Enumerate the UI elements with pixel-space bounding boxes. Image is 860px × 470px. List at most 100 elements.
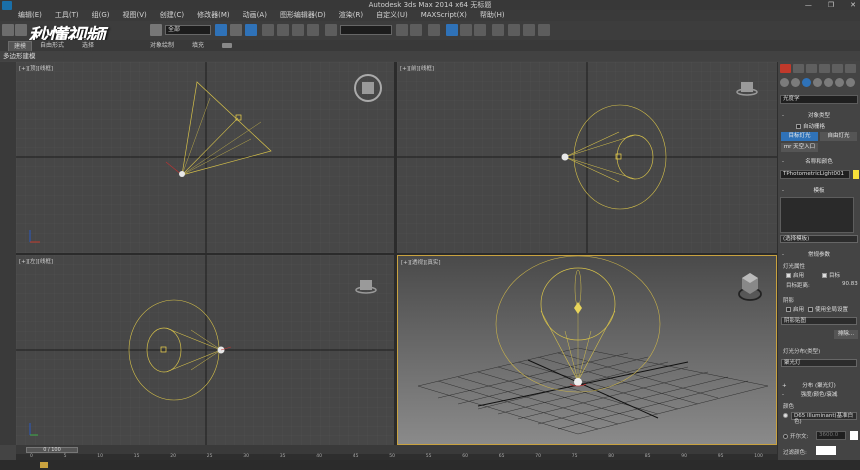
cameras-icon[interactable] [813,78,822,87]
named-selection-dropdown[interactable] [340,25,392,35]
menu-animation[interactable]: 动画(A) [243,10,267,21]
menu-views[interactable]: 视图(V) [123,10,147,21]
tab-populate[interactable]: 填充 [192,41,204,51]
utilities-tab-icon[interactable] [845,64,856,73]
helpers-icon[interactable] [824,78,833,87]
menu-customize[interactable]: 自定义(U) [376,10,408,21]
viewport-left[interactable]: [+][左][线框] [16,255,394,445]
free-light-button[interactable]: 自由灯光 [820,132,857,141]
menu-graph-editors[interactable]: 图形编辑器(D) [280,10,326,21]
rotate-icon[interactable] [245,24,257,36]
snap-2-icon[interactable] [262,24,274,36]
tab-object-paint[interactable]: 对象绘制 [150,41,174,51]
geometry-icon[interactable] [780,78,789,87]
distribution-rollout[interactable]: + 分布 (聚光灯) [780,382,858,390]
motion-tab-icon[interactable] [819,64,830,73]
exclude-button[interactable]: 排除... [834,330,858,339]
viewport-label[interactable]: [+][顶][线框] [19,64,53,72]
targeted-checkbox[interactable]: 目标 [822,271,840,279]
viewport-label[interactable]: [+][左][线框] [19,257,53,265]
auto-grid-checkbox[interactable]: 自动栅格 [796,122,825,130]
spinner-snap-icon[interactable] [307,24,319,36]
percent-snap-icon[interactable] [292,24,304,36]
ribbon-panel: 多边形建模 [0,51,860,61]
minimize-button[interactable]: — [805,0,812,10]
shadow-type-dropdown[interactable]: 阴影贴图 [781,317,857,325]
menu-modifiers[interactable]: 修改器(M) [197,10,230,21]
tab-freeform[interactable]: 自由形式 [40,41,64,51]
ribbon-options-icon[interactable] [222,43,232,48]
lights-icon[interactable] [802,78,811,87]
object-type-rollout[interactable]: - 对象类型 [780,112,858,120]
align-icon[interactable] [410,24,422,36]
undo-icon[interactable] [2,24,14,36]
modify-tab-icon[interactable] [793,64,804,73]
mirror-icon[interactable] [396,24,408,36]
select-link-icon[interactable] [150,24,162,36]
display-tab-icon[interactable] [832,64,843,73]
time-slider[interactable]: 0 / 100 [26,447,78,453]
category-dropdown[interactable]: 光度学 [780,95,858,104]
redo-icon[interactable] [15,24,27,36]
shapes-icon[interactable] [791,78,800,87]
kelvin-input[interactable]: 3600.0 [816,431,846,440]
viewport-front[interactable]: [+][前][线框] [397,62,777,253]
close-button[interactable]: ✕ [850,0,856,10]
render-setup-icon[interactable] [508,24,520,36]
general-params-rollout[interactable]: - 常规参数 [780,251,858,259]
rendered-frame-icon[interactable] [523,24,535,36]
material-editor-icon[interactable] [492,24,504,36]
create-tab-icon[interactable] [780,64,791,73]
kelvin-color-swatch[interactable] [850,431,858,440]
object-name-field[interactable]: TPhotometricLight001 [780,170,850,179]
viewport-perspective-scene [398,256,776,444]
maximize-button[interactable]: ❐ [828,0,834,10]
key-icon[interactable] [40,462,48,468]
tab-modeling[interactable]: 建模 [8,41,33,51]
target-distance-value[interactable]: 90.83 [842,281,858,287]
ribbon: 建模 自由形式 选择 对象绘制 填充 [0,40,860,51]
use-global-settings-checkbox[interactable]: 使用全局设置 [808,305,848,313]
light-enabled-checkbox[interactable]: 启用 [786,271,804,279]
kelvin-radio[interactable]: 开尔文: [783,432,808,440]
template-dropdown[interactable]: (选择模板) [780,235,858,243]
viewport-top-scene [16,62,394,253]
graphite-toggle-icon[interactable] [446,24,458,36]
schematic-view-icon[interactable] [474,24,486,36]
layer-manager-icon[interactable] [428,24,440,36]
sky-portal-button[interactable]: mr 天空入口 [781,143,818,152]
viewport-perspective[interactable]: [+][透视][真实] [397,255,777,445]
color-preset-radio[interactable] [783,413,788,418]
menu-rendering[interactable]: 渲染(R) [339,10,363,21]
target-light-button[interactable]: 目标灯光 [781,132,818,141]
angle-snap-icon[interactable] [277,24,289,36]
color-preset-dropdown[interactable]: D65 Illuminant(基准白色) [791,412,857,425]
tab-selection[interactable]: 选择 [82,41,94,51]
hierarchy-tab-icon[interactable] [806,64,817,73]
name-color-rollout[interactable]: - 名称和颜色 [780,158,858,166]
viewport-top[interactable]: [+][顶][线框] [16,62,394,253]
edit-named-selection-icon[interactable] [325,24,337,36]
space-warps-icon[interactable] [835,78,844,87]
render-production-icon[interactable] [538,24,550,36]
distribution-dropdown[interactable]: 聚光灯 [781,359,857,367]
object-color-swatch[interactable] [853,170,859,179]
light-properties-label: 灯光属性 [783,264,806,270]
viewport-label[interactable]: [+][透视][真实] [401,258,440,266]
systems-icon[interactable] [846,78,855,87]
shadows-enabled-checkbox[interactable]: 启用 [786,305,804,313]
polygon-modeling-label[interactable]: 多边形建模 [3,52,36,60]
templates-rollout[interactable]: - 模板 [780,187,858,195]
menu-create[interactable]: 创建(C) [160,10,184,21]
select-object-icon[interactable] [215,24,227,36]
move-icon[interactable] [230,24,242,36]
selection-filter-dropdown[interactable]: 全部 [165,25,211,35]
target-distance-label: 目标距离: [786,283,810,289]
intensity-rollout[interactable]: - 强度/颜色/衰减 [780,391,858,399]
curve-editor-icon[interactable] [460,24,472,36]
filter-color-swatch[interactable] [816,446,836,455]
menu-maxscript[interactable]: MAXScript(X) [421,10,467,21]
menu-help[interactable]: 帮助(H) [480,10,505,21]
title-bar: Autodesk 3ds Max 2014 x64 无标题 — ❐ ✕ [0,0,860,10]
viewport-label[interactable]: [+][前][线框] [400,64,434,72]
